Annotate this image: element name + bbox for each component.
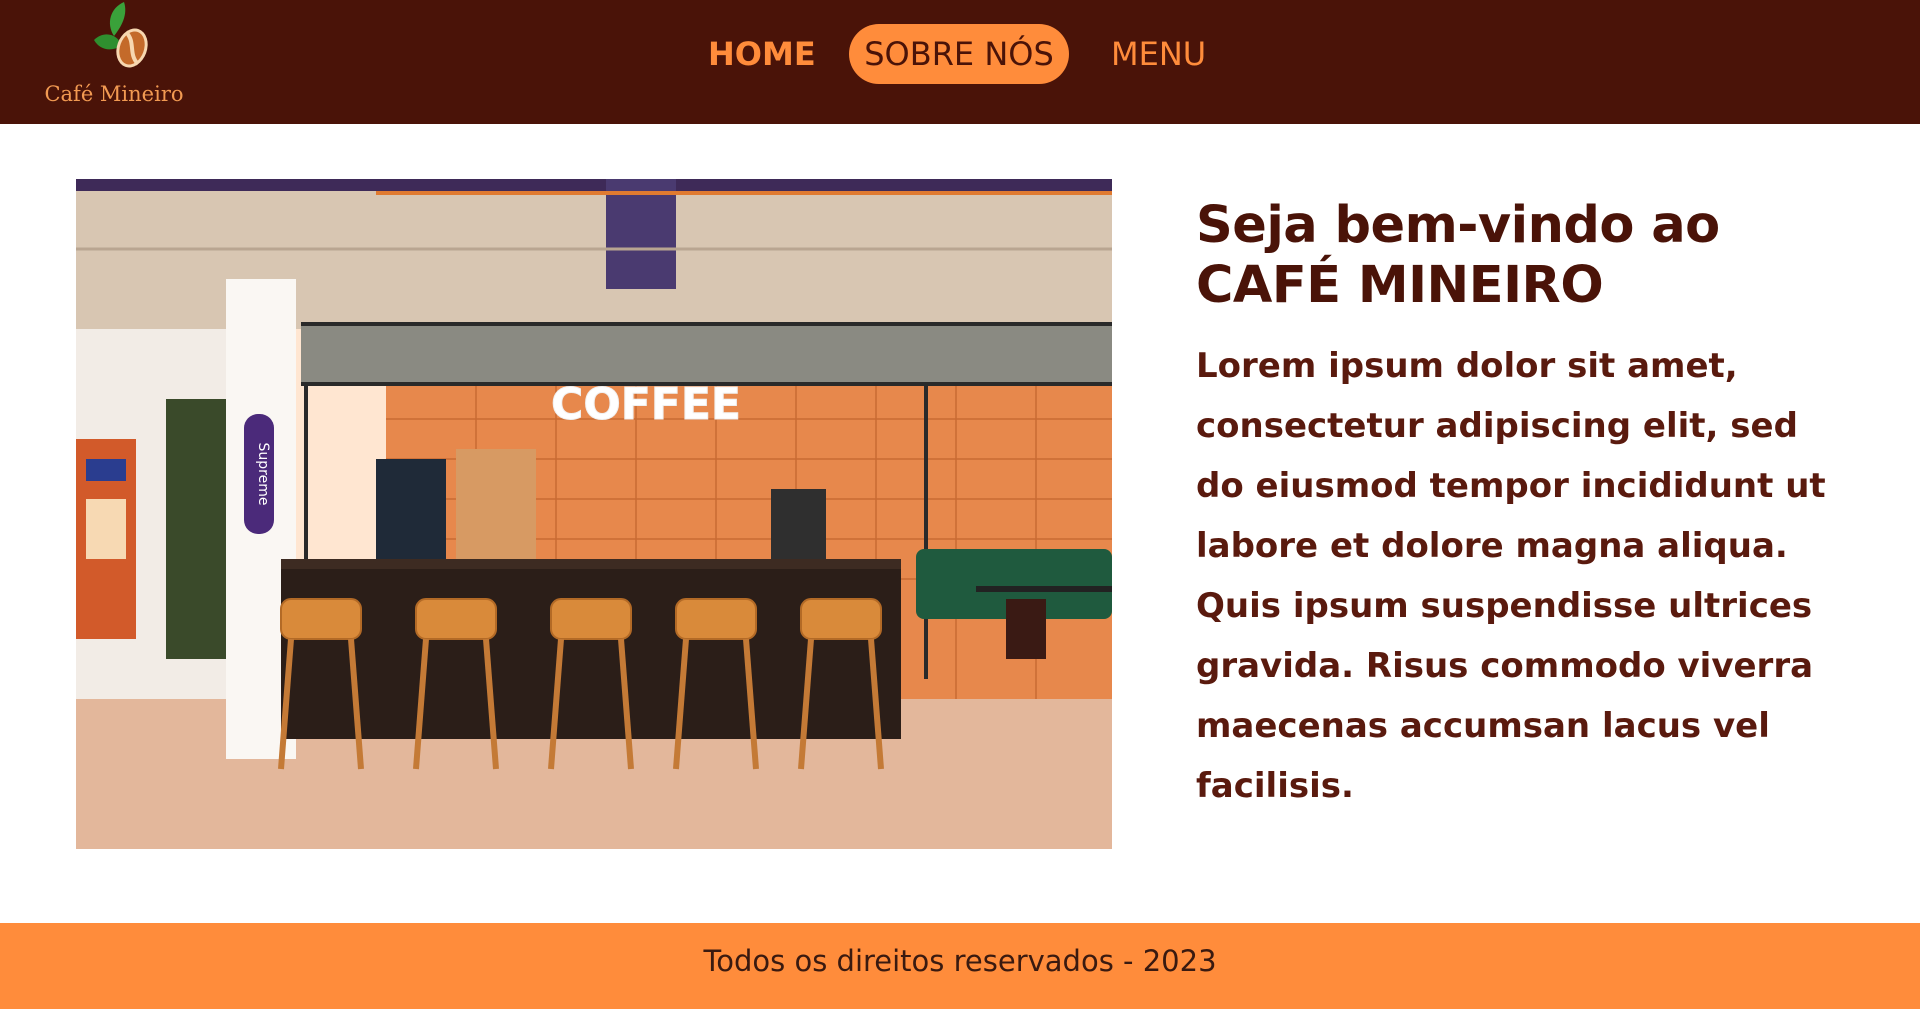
cafe-interior-photo: Supreme COFFEE <box>76 179 1112 849</box>
brand-name: Café Mineiro <box>44 82 184 106</box>
main-nav: HOME SOBRE NÓS MENU <box>0 24 1920 84</box>
nav-item-sobre-nos[interactable]: SOBRE NÓS <box>849 24 1069 84</box>
welcome-section: Seja bem-vindo ao CAFÉ MINEIRO Lorem ips… <box>1196 196 1846 816</box>
nav-item-home[interactable]: HOME <box>708 24 816 84</box>
nav-item-menu[interactable]: MENU <box>1111 24 1206 84</box>
top-navigation-bar: Café Mineiro HOME SOBRE NÓS MENU <box>0 0 1920 124</box>
page-title: Seja bem-vindo ao CAFÉ MINEIRO <box>1196 196 1846 316</box>
title-line-2: CAFÉ MINEIRO <box>1196 256 1604 315</box>
title-line-1: Seja bem-vindo ao <box>1196 196 1720 255</box>
site-footer: Todos os direitos reservados - 2023 <box>0 923 1920 1009</box>
footer-copyright: Todos os direitos reservados - 2023 <box>703 944 1217 978</box>
welcome-paragraph: Lorem ipsum dolor sit amet, consectetur … <box>1196 346 1826 806</box>
skateboard-sign-text: Supreme <box>255 443 271 506</box>
coffee-sign-text: COFFEE <box>551 379 741 430</box>
